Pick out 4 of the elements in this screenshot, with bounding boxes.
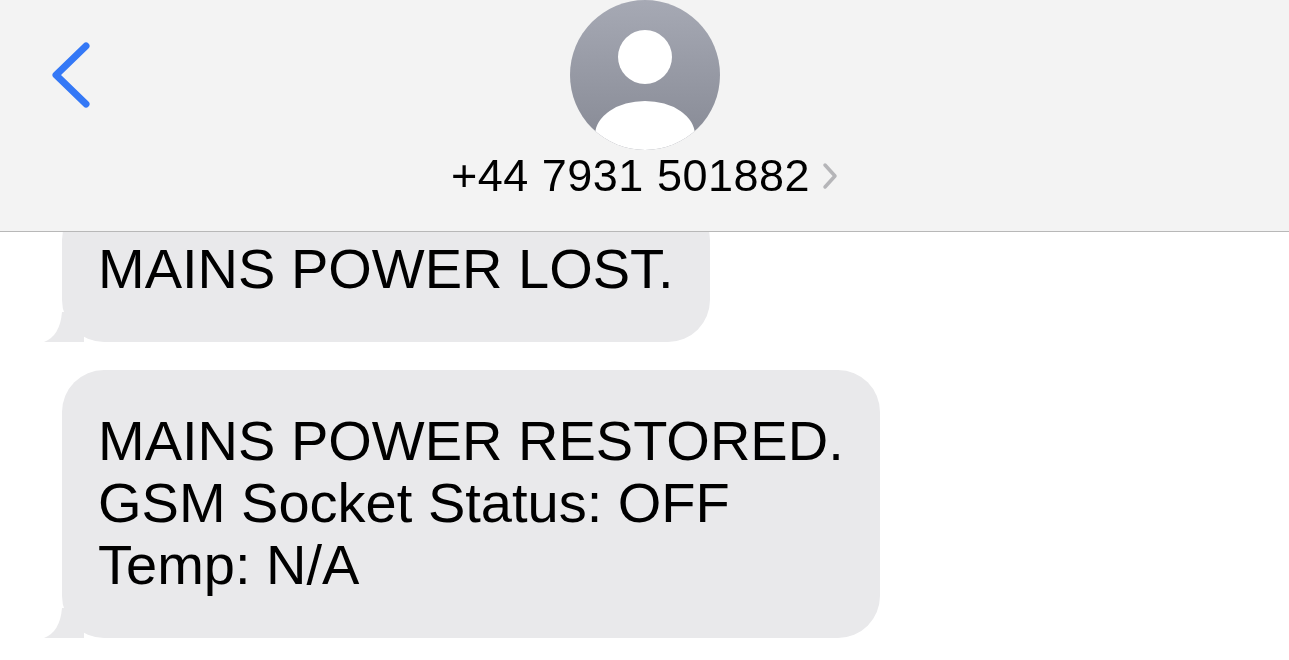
chevron-right-icon[interactable] [822,162,839,190]
back-icon[interactable] [50,42,92,108]
message-bubble: MAINS POWER RESTORED. GSM Socket Status: OFF Temp: N/A [62,370,880,638]
avatar-icon[interactable] [569,0,720,150]
